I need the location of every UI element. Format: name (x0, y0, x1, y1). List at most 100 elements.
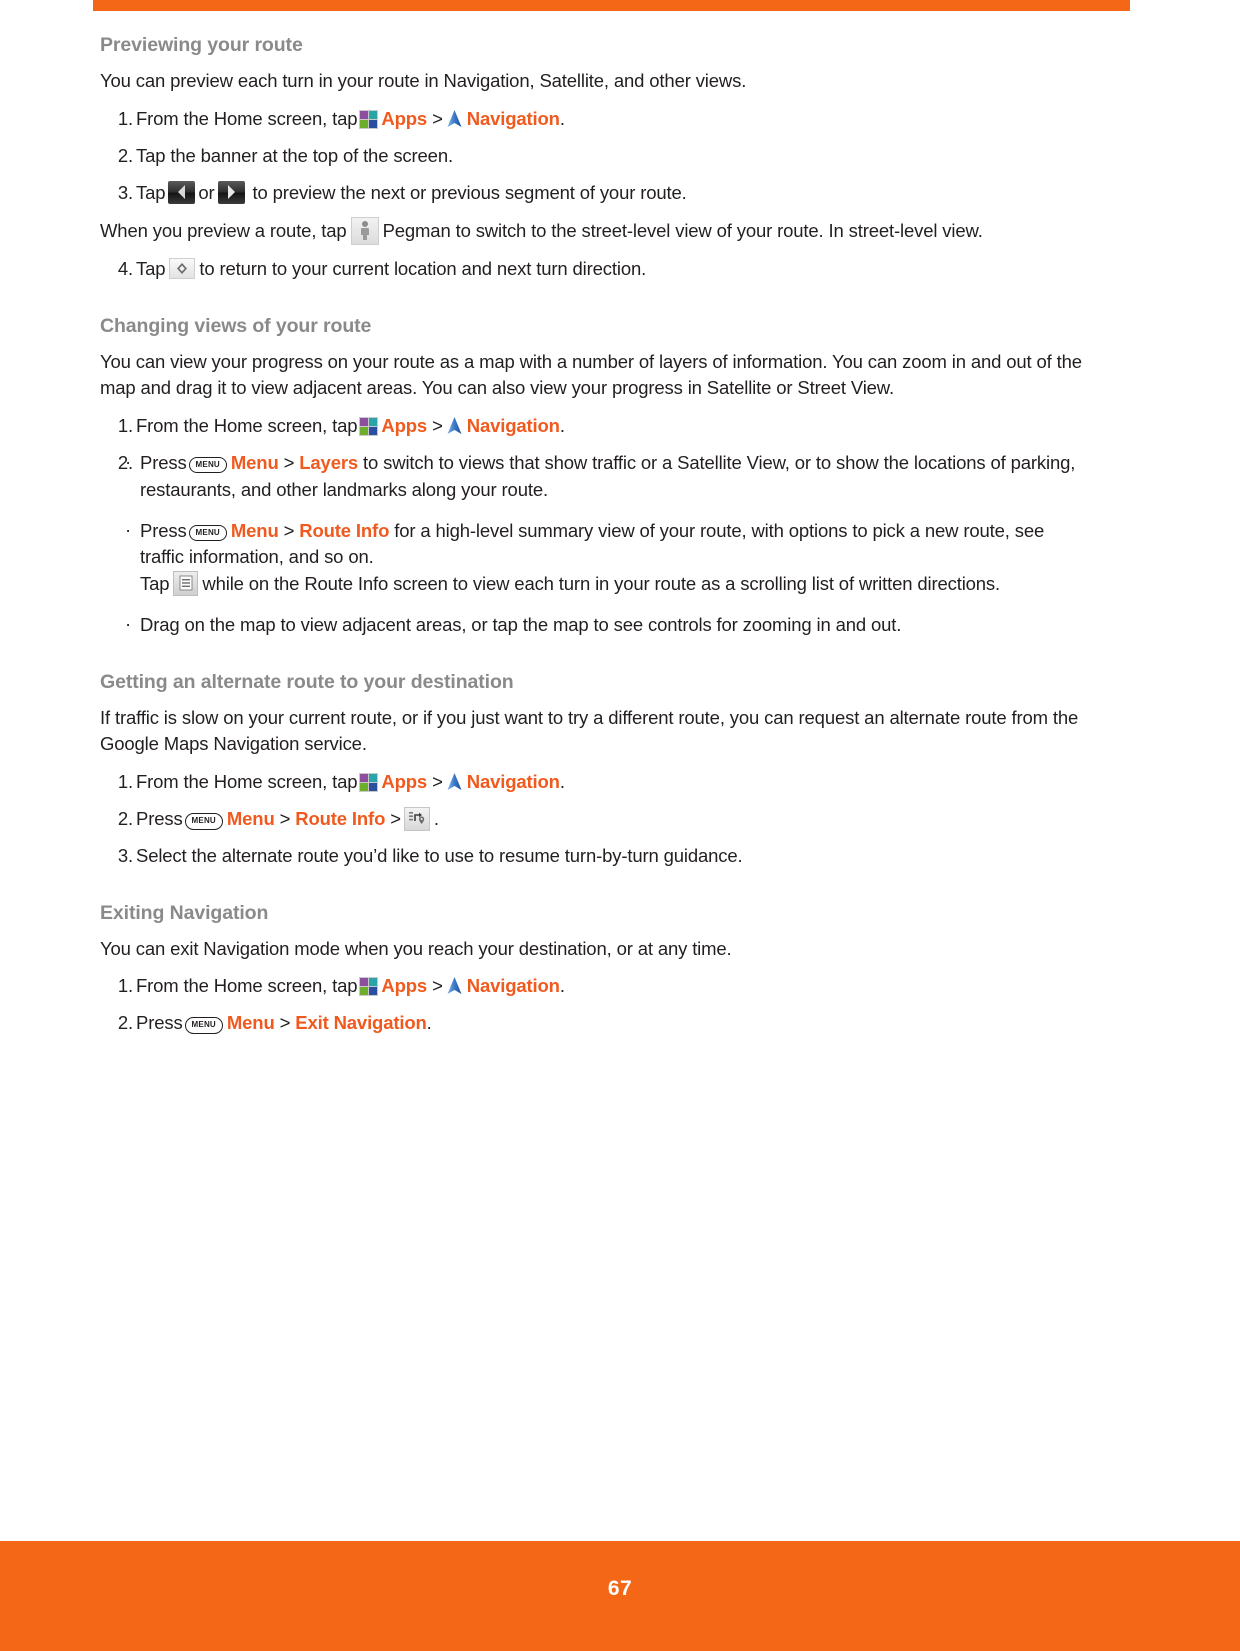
step-text: Press (136, 807, 183, 829)
bullet-subline: Tap while on the Route Info screen to vie… (140, 571, 1088, 598)
steps-exiting-navigation: 1. From the Home screen, tap Apps > Navigat… (100, 973, 1088, 1037)
step-text: From the Home screen, tap (136, 975, 358, 997)
menu-key-icon[interactable]: MENU (184, 1017, 223, 1034)
step-text: Tap the banner at the top of the screen. (136, 144, 453, 166)
page-number: 67 (607, 1577, 633, 1600)
layers-label[interactable]: Layers (299, 452, 358, 473)
section-intro-exiting-navigation: You can exit Navigation mode when you re… (100, 937, 732, 959)
step-number: 1. (117, 975, 133, 997)
apps-label[interactable]: Apps (381, 975, 427, 996)
separator-gt: > (432, 975, 443, 997)
menu-key-icon[interactable]: MENU (188, 524, 227, 542)
step-text: From the Home screen, tap (136, 770, 358, 792)
menu-label[interactable]: Menu (231, 520, 279, 541)
directions-list-icon[interactable] (173, 571, 199, 597)
bullet-dot: · (125, 518, 132, 540)
navigation-arrow-icon[interactable] (446, 109, 463, 129)
step-period: . (559, 770, 565, 792)
list-item: 4. Tap to return to your current location … (100, 256, 1088, 282)
bullet-lead: Press (140, 451, 187, 473)
bullet-dot: · (125, 612, 132, 634)
navigation-label[interactable]: Navigation (467, 771, 560, 792)
previous-arrow-button-icon[interactable] (168, 181, 196, 205)
section-intro-changing-views: You can view your progress on your route… (100, 351, 1082, 399)
next-arrow-button-icon[interactable] (217, 181, 245, 205)
bullet-tail: to switch to views that show traffic or … (140, 451, 1076, 500)
step-period: . (426, 1012, 432, 1034)
section-heading-exiting-navigation: Exiting Navigation (100, 901, 269, 924)
bullet-lead: Press (140, 519, 187, 541)
pegman-note-lead: When you preview a route, tap (100, 220, 347, 242)
bullets-changing-views: · Press MENU Menu > Layers to switch to vie… (100, 450, 1088, 639)
menu-label[interactable]: Menu (231, 452, 279, 473)
section-intro-previewing: You can preview each turn in your route … (100, 70, 747, 92)
step-period: . (559, 107, 565, 129)
section-heading-changing-views: Changing views of your route (100, 314, 372, 337)
separator-gt: > (432, 770, 443, 792)
pegman-street-view-icon[interactable] (350, 217, 379, 246)
list-item: 2. Press MENU Menu > Route Info >. (100, 806, 1088, 832)
step-number: 2. (117, 807, 133, 829)
section-heading-alternate-route: Getting an alternate route to your desti… (100, 670, 514, 693)
page-header-rule (93, 0, 1130, 11)
menu-label[interactable]: Menu (227, 1012, 275, 1033)
step-text: Select the alternate route you’d like to… (136, 845, 743, 867)
route-info-label[interactable]: Route Info (299, 520, 389, 541)
step-text: Press (136, 1012, 183, 1034)
step-period: . (433, 807, 439, 829)
navigation-arrow-icon[interactable] (446, 772, 463, 792)
section-heading-previewing-your-route: Previewing your route (100, 34, 303, 56)
navigation-arrow-icon[interactable] (446, 976, 463, 996)
apps-grid-icon[interactable] (359, 772, 379, 792)
bullet-sub-tail: while on the Route Info screen to view e… (202, 573, 1001, 595)
navigation-label[interactable]: Navigation (467, 415, 560, 436)
separator-gt: > (283, 451, 295, 473)
apps-grid-icon[interactable] (359, 977, 379, 997)
step-number: 1. (117, 770, 133, 792)
separator-gt: > (432, 107, 443, 129)
list-item: 1. From the Home screen, tap Apps > Navigat… (100, 106, 1088, 132)
navigation-label[interactable]: Navigation (467, 975, 560, 996)
navigation-label[interactable]: Navigation (467, 108, 560, 129)
bullet-sub-lead: Tap (140, 573, 170, 595)
step-number: 3. (117, 845, 133, 867)
list-item: · Press MENU Menu > Layers to switch to vie… (100, 450, 1088, 504)
alternate-route-map-icon[interactable] (403, 806, 430, 831)
apps-grid-icon[interactable] (359, 416, 379, 436)
list-item: 1. From the Home screen, tap Apps > Navigat… (100, 413, 1088, 439)
bullet-dot: · (125, 450, 132, 472)
apps-label[interactable]: Apps (381, 415, 427, 436)
step-number: 1. (117, 414, 133, 436)
menu-key-icon[interactable]: MENU (188, 456, 227, 474)
navigation-arrow-icon[interactable] (446, 416, 463, 436)
step-text-tail: to return to your current location and n… (199, 258, 647, 280)
separator-gt: > (283, 519, 295, 541)
menu-label[interactable]: Menu (227, 808, 275, 829)
route-info-label[interactable]: Route Info (295, 808, 385, 829)
step-or: or (198, 182, 215, 204)
step-number: 2. (117, 144, 133, 166)
apps-label[interactable]: Apps (381, 108, 427, 129)
page-content: Previewing your route You can preview ea… (100, 34, 1088, 1048)
step-text: From the Home screen, tap (136, 107, 358, 129)
list-item: 3. Select the alternate route you’d like … (100, 843, 1088, 869)
list-item: 2. Tap the banner at the top of the scree… (100, 143, 1088, 169)
steps-alternate-route: 1. From the Home screen, tap Apps > Navigat… (100, 769, 1088, 870)
exit-navigation-label[interactable]: Exit Navigation (295, 1012, 427, 1033)
separator-gt: > (279, 1012, 291, 1034)
steps-changing-views: 1. From the Home screen, tap Apps > Navigat… (100, 413, 1088, 473)
list-item: 2. Press MENU Menu > Exit Navigation. (100, 1010, 1088, 1036)
pegman-note: When you preview a route, tap Pegman to s… (100, 217, 1088, 246)
apps-label[interactable]: Apps (381, 771, 427, 792)
list-item: · Press MENU Menu > Route Info for a high-l… (100, 518, 1088, 598)
list-item: 1. From the Home screen, tap Apps > Navigat… (100, 973, 1088, 999)
menu-key-icon[interactable]: MENU (184, 812, 223, 830)
separator-gt: > (432, 414, 443, 436)
pegman-note-tail: Pegman to switch to the street-level vie… (382, 220, 983, 242)
step-text: From the Home screen, tap (136, 414, 358, 436)
step-text-tail: to preview the next or previous segment … (252, 182, 687, 204)
recenter-compass-icon[interactable] (169, 258, 196, 280)
separator-gt: > (279, 807, 291, 829)
list-item: 3. Tap or to preview the next or previous … (100, 180, 1088, 206)
apps-grid-icon[interactable] (359, 109, 379, 129)
